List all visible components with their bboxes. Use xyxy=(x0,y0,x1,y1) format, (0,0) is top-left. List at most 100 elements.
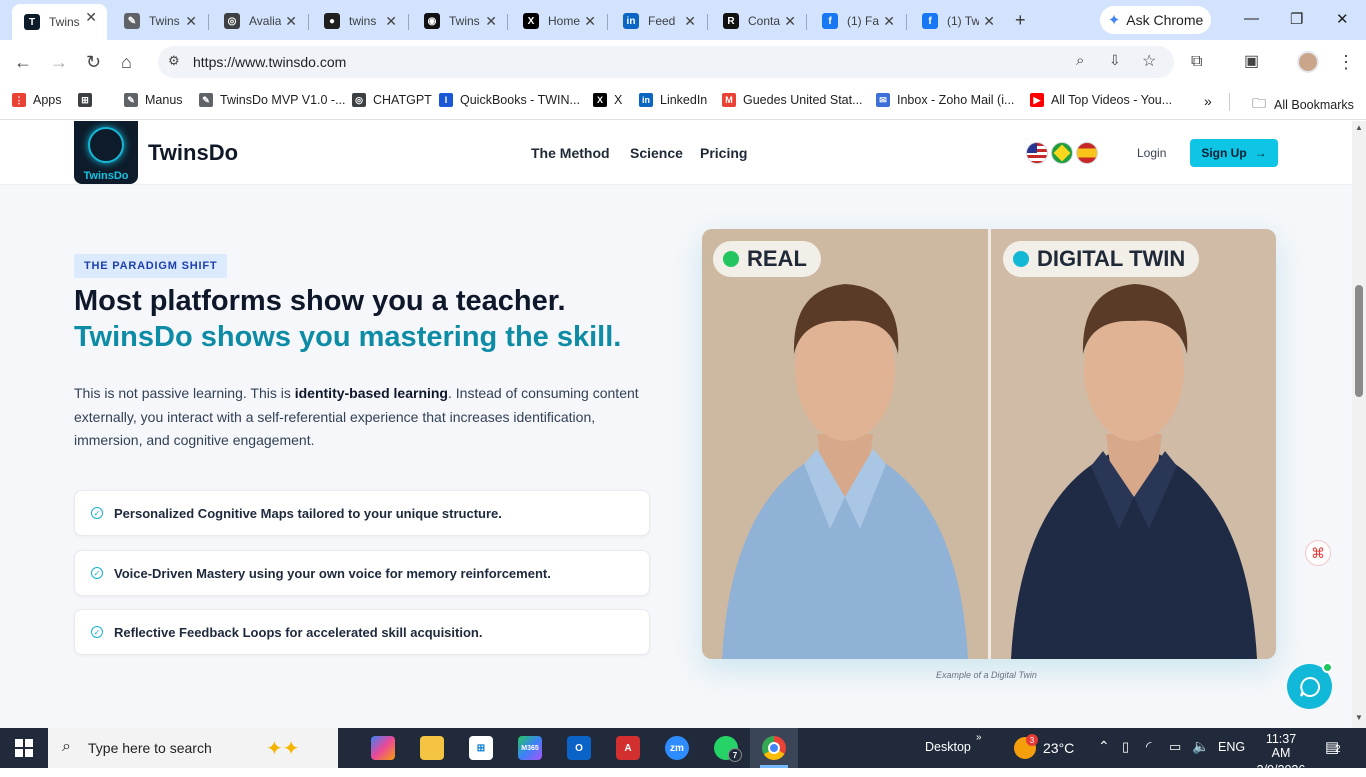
ask-chrome-button[interactable]: ✦ Ask Chrome xyxy=(1100,6,1211,34)
bookmark-item[interactable]: ✎ TwinsDo MVP V1.0 -... xyxy=(199,93,346,107)
new-tab-button[interactable]: + xyxy=(1015,10,1026,31)
login-link[interactable]: Login xyxy=(1137,146,1166,160)
page-scrollbar[interactable]: ▲ ▼ xyxy=(1352,121,1366,728)
bookmark-item[interactable]: ◎ CHATGPT xyxy=(352,93,432,107)
digital-twin-label-pill: DIGITAL TWIN xyxy=(1003,241,1200,277)
browser-tab[interactable]: T Twins ✕ xyxy=(12,4,107,40)
close-window-icon[interactable]: ✕ xyxy=(1336,10,1349,28)
notifications-icon[interactable]: ▤ 2 xyxy=(1325,738,1341,756)
bookmark-item[interactable]: ▶ All Top Videos - You... xyxy=(1030,93,1172,107)
back-arrow-icon[interactable]: ← xyxy=(14,52,32,72)
close-tab-icon[interactable]: ✕ xyxy=(285,13,297,29)
clock[interactable]: 11:37 AM 3/9/2026 xyxy=(1256,732,1306,777)
battery-icon[interactable]: ▭ xyxy=(1169,739,1181,755)
install-app-icon[interactable]: ⇩ xyxy=(1109,52,1121,69)
browser-tab[interactable]: ✎ Twins ✕ xyxy=(112,8,207,34)
site-header: TwinsDo TwinsDo The Method Science Prici… xyxy=(0,121,1352,185)
restore-icon[interactable]: ❐ xyxy=(1290,10,1303,28)
home-icon[interactable]: ⌂ xyxy=(121,52,132,72)
weather-icon[interactable]: 3 xyxy=(1014,734,1038,759)
desktop-toolbar-label[interactable]: Desktop xyxy=(925,740,971,754)
windows-start-icon[interactable] xyxy=(15,739,33,757)
bookmark-item[interactable]: M Guedes United Stat... xyxy=(722,93,863,107)
bookmark-item[interactable]: ✎ Manus xyxy=(124,93,183,107)
intro-paragraph: This is not passive learning. This is id… xyxy=(74,382,654,453)
bookmarks-divider xyxy=(1229,93,1230,111)
whatsapp-icon[interactable]: 7 xyxy=(714,736,742,762)
outlook-icon[interactable]: O xyxy=(567,736,591,760)
extensions-icon[interactable]: ⧉ xyxy=(1191,52,1202,72)
minimize-icon[interactable]: — xyxy=(1244,10,1259,27)
browser-tab[interactable]: ◎ Avalia ✕ xyxy=(212,8,307,34)
copilot-app-icon[interactable] xyxy=(371,736,395,760)
browser-tab[interactable]: ● twins ✕ xyxy=(312,8,407,34)
browser-tab[interactable]: R Conta ✕ xyxy=(711,8,806,34)
taskbar-search-box[interactable]: ⌕ Type here to search ✦✦ xyxy=(48,728,338,768)
twinsdo-icon: ◉ xyxy=(424,13,440,29)
us-flag-icon[interactable] xyxy=(1026,142,1048,164)
close-tab-icon[interactable]: ✕ xyxy=(584,13,596,29)
whatsapp-badge: 7 xyxy=(728,748,742,762)
temperature-text[interactable]: 23°C xyxy=(1043,740,1074,756)
microsoft-store-icon[interactable]: ⊞ xyxy=(469,736,493,760)
address-bar[interactable]: ⚙ https://www.twinsdo.com ⌕ ⇩ ☆ xyxy=(158,46,1174,78)
nav-the-method[interactable]: The Method xyxy=(531,145,610,161)
bookmark-item[interactable]: ⊞ xyxy=(78,93,99,107)
browser-tab[interactable]: f (1) Tw ✕ xyxy=(910,8,1005,34)
scrollbar-thumb[interactable] xyxy=(1355,285,1363,397)
copilot-sparkle-icon: ✦✦ xyxy=(266,738,300,760)
zoho-mail-icon: ✉ xyxy=(876,93,890,107)
real-photo-panel xyxy=(702,229,988,659)
close-tab-icon[interactable]: ✕ xyxy=(485,13,497,29)
browser-tab[interactable]: f (1) Fa ✕ xyxy=(810,8,905,34)
bookmark-star-icon[interactable]: ☆ xyxy=(1142,51,1156,71)
close-tab-icon[interactable]: ✕ xyxy=(185,13,197,29)
bookmark-item[interactable]: I QuickBooks - TWIN... xyxy=(439,93,580,107)
close-tab-icon[interactable]: ✕ xyxy=(883,13,895,29)
volume-icon[interactable]: 🔈 xyxy=(1192,738,1209,755)
sign-up-button[interactable]: Sign Up → xyxy=(1190,139,1278,167)
scroll-down-arrow-icon[interactable]: ▼ xyxy=(1355,713,1363,722)
bookmark-item[interactable]: XX xyxy=(593,93,622,107)
bookmark-item[interactable]: ⋮ Apps xyxy=(12,93,62,107)
scroll-up-arrow-icon[interactable]: ▲ xyxy=(1355,123,1363,132)
zoom-app-icon[interactable]: zm xyxy=(665,736,689,760)
bookmark-item[interactable]: ✉ Inbox - Zoho Mail (i... xyxy=(876,93,1014,107)
file-explorer-icon[interactable] xyxy=(420,736,444,760)
site-settings-icon[interactable]: ⚙ xyxy=(168,53,180,69)
device-icon[interactable]: ▯ xyxy=(1122,739,1129,755)
nav-science[interactable]: Science xyxy=(630,145,683,161)
browser-tab[interactable]: ◉ Twins ✕ xyxy=(412,8,507,34)
zoom-icon[interactable]: ⌕ xyxy=(1076,52,1084,69)
nav-pricing[interactable]: Pricing xyxy=(700,145,747,161)
show-hidden-icons-chevron-icon[interactable]: ⌃ xyxy=(1098,738,1110,755)
chrome-menu-icon[interactable]: ⋮ xyxy=(1337,52,1355,72)
close-tab-icon[interactable]: ✕ xyxy=(983,13,995,29)
spain-flag-icon[interactable] xyxy=(1076,142,1098,164)
check-circle-icon: ✓ xyxy=(91,626,103,638)
close-tab-icon[interactable]: ✕ xyxy=(784,13,796,29)
forward-arrow-icon[interactable]: → xyxy=(50,52,68,72)
acrobat-icon[interactable]: A xyxy=(616,736,640,760)
network-icon[interactable]: ◜ xyxy=(1146,738,1151,755)
m365-app-icon[interactable]: M365 xyxy=(518,736,542,760)
close-tab-icon[interactable]: ✕ xyxy=(85,9,97,25)
reload-icon[interactable]: ↻ xyxy=(86,52,101,72)
browser-tab[interactable]: in Feed ✕ xyxy=(611,8,706,34)
brand-name[interactable]: TwinsDo xyxy=(148,140,238,166)
twinsdo-logo[interactable]: TwinsDo xyxy=(74,121,138,184)
all-bookmarks-button[interactable]: 🗀 All Bookmarks xyxy=(1252,93,1354,117)
bookmark-item[interactable]: in LinkedIn xyxy=(639,93,707,107)
browser-tab[interactable]: X Home ✕ xyxy=(511,8,606,34)
more-bookmarks-chevron-icon[interactable]: » xyxy=(1204,93,1212,109)
chrome-taskbar-slot[interactable] xyxy=(750,728,798,768)
tab-search-icon[interactable]: ▣ xyxy=(1244,52,1259,72)
pdf-icon[interactable]: ⌘ xyxy=(1305,540,1331,566)
desktop-expand-chevron-icon[interactable]: » xyxy=(976,732,982,743)
tab-separator xyxy=(906,14,907,30)
close-tab-icon[interactable]: ✕ xyxy=(385,13,397,29)
brazil-flag-icon[interactable] xyxy=(1051,142,1073,164)
close-tab-icon[interactable]: ✕ xyxy=(684,13,696,29)
language-indicator[interactable]: ENG xyxy=(1218,740,1245,754)
profile-avatar[interactable] xyxy=(1297,51,1319,73)
